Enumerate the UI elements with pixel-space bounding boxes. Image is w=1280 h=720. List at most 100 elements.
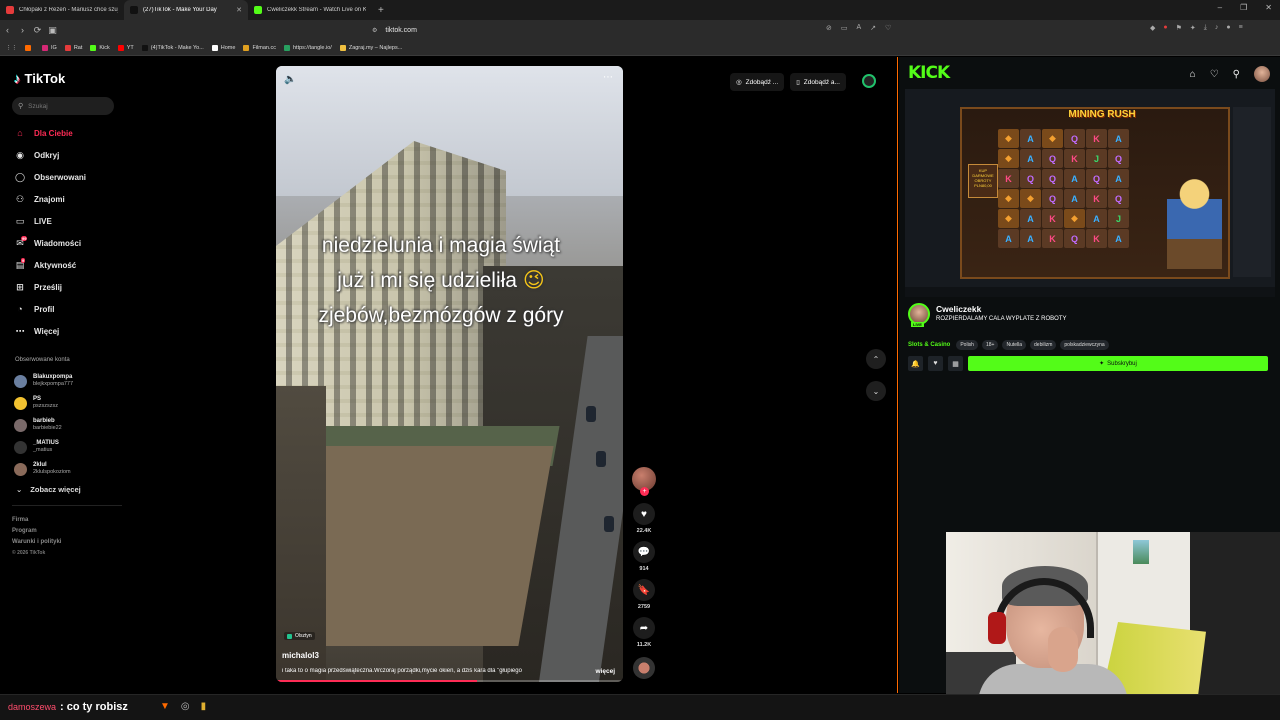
followed-account[interactable]: _MATIUS _matius: [14, 436, 73, 458]
nav-item-live[interactable]: ▭ LIVE: [14, 210, 124, 232]
previous-video-button[interactable]: ⌃: [866, 349, 886, 369]
stream-tag[interactable]: Polish: [956, 340, 978, 350]
nav-item-messages[interactable]: ✉ 99 Wiadomości: [14, 232, 124, 254]
streamer-name[interactable]: Cweliczekk: [936, 304, 981, 314]
stream-video[interactable]: MINING RUSH KUP DARMOWE OBROTY PLN80,00 …: [905, 89, 1275, 297]
get-app-button[interactable]: ▯ Zdobądź a...: [790, 73, 846, 91]
bookmark-star-icon[interactable]: ♡: [885, 24, 891, 32]
nav-item-following[interactable]: ◯ Obserwowani: [14, 166, 124, 188]
footer-link[interactable]: Warunki i polityki: [12, 539, 61, 545]
bookmark-item[interactable]: Zagraj.my – Najleps...: [339, 44, 402, 51]
comment-button[interactable]: 💬 914: [633, 541, 655, 572]
video-author[interactable]: michalol3: [282, 651, 319, 660]
follow-plus-icon[interactable]: +: [640, 487, 649, 496]
close-tab-icon[interactable]: ✕: [236, 6, 242, 14]
nav-item-activity[interactable]: ▤ 9 Aktywność: [14, 254, 124, 276]
bookmark-item[interactable]: Filman.cc: [243, 44, 276, 51]
kick-logo[interactable]: KICK: [908, 63, 950, 83]
followed-account[interactable]: barbieb barbiebie22: [14, 414, 73, 436]
share-button[interactable]: ➦ 11.2K: [633, 617, 655, 648]
brave-icon[interactable]: ▼: [160, 701, 170, 712]
minimize-icon[interactable]: –: [1218, 3, 1222, 12]
browser-tab[interactable]: (27)TikTok - Make Your Day ✕: [124, 0, 248, 20]
follow-heart-icon[interactable]: ♥: [928, 356, 943, 371]
bookmark-item[interactable]: Rat: [64, 44, 82, 51]
followed-account[interactable]: 2klul 2klulspokoziom: [14, 458, 73, 480]
share-page-icon[interactable]: ↗: [870, 24, 876, 32]
profile-avatar[interactable]: [862, 74, 876, 88]
bookmark-item[interactable]: YT: [117, 44, 134, 51]
music-disc-icon[interactable]: [633, 657, 655, 679]
bookmark-item[interactable]: Kick: [90, 44, 110, 51]
stream-tag[interactable]: Nutella: [1002, 340, 1027, 350]
creator-avatar[interactable]: +: [632, 467, 656, 496]
puzzle-icon[interactable]: ✦: [1190, 24, 1196, 32]
followed-account[interactable]: PS pszszszsz: [14, 392, 73, 414]
video-player[interactable]: niedzielunia i magia świąt już i mi się …: [276, 66, 623, 682]
get-coins-button[interactable]: ◎ Zdobądź ...: [730, 73, 785, 91]
search-box[interactable]: ⚲: [12, 97, 114, 115]
heart-icon[interactable]: ♡: [1210, 69, 1219, 80]
url-field[interactable]: ⚙ tiktok.com: [372, 23, 902, 37]
footer-link[interactable]: Program: [12, 528, 61, 534]
bookmark-item[interactable]: (4)TikTok - Make Yo...: [141, 44, 204, 51]
bookmark-item[interactable]: [25, 44, 34, 51]
gift-sub-icon[interactable]: ▦: [948, 356, 963, 371]
nav-item-profile[interactable]: ◔ Profil: [14, 298, 124, 320]
tiktok-logo[interactable]: ♪ TikTok: [14, 71, 65, 86]
close-window-icon[interactable]: ✕: [1265, 3, 1272, 12]
screenshot-icon[interactable]: ▭: [841, 24, 848, 32]
subscribe-button[interactable]: ✦ Subskrybuj: [968, 356, 1268, 371]
menu-icon[interactable]: ≡: [1239, 24, 1243, 32]
profile-icon[interactable]: ●: [1226, 24, 1230, 32]
folder-icon[interactable]: ▮: [201, 701, 207, 712]
nav-item-home[interactable]: ⌂ Dla Ciebie: [14, 122, 124, 144]
user-avatar[interactable]: [1254, 66, 1270, 82]
maximize-icon[interactable]: ❐: [1240, 3, 1247, 12]
volume-icon[interactable]: 🔈: [284, 74, 296, 85]
translate-icon[interactable]: A: [857, 24, 862, 32]
chrome-icon[interactable]: ◎: [181, 701, 190, 712]
notification-bell-icon[interactable]: 🔔: [908, 356, 923, 371]
bookmark-item[interactable]: IG: [42, 44, 57, 51]
bookmark-item[interactable]: https://tangle.io/: [283, 44, 332, 51]
followed-account[interactable]: Blakuxpompa blejkxpompa777: [14, 370, 73, 392]
nav-item-upload[interactable]: ⊞ Prześlij: [14, 276, 124, 298]
stream-tag[interactable]: debilizm: [1030, 340, 1057, 350]
video-progress-bar[interactable]: [276, 680, 623, 682]
nav-item-compass[interactable]: ◉ Odkryj: [14, 144, 124, 166]
search-icon[interactable]: ⚲: [1233, 69, 1240, 80]
extension-icon[interactable]: ◆: [1150, 24, 1155, 32]
back-icon[interactable]: ‹: [0, 25, 15, 35]
site-info-icon[interactable]: ⚙: [372, 27, 377, 34]
forward-icon[interactable]: ›: [15, 25, 30, 35]
search-input[interactable]: [28, 102, 109, 110]
bookmark-button[interactable]: 🔖 2759: [633, 579, 655, 610]
location-tag[interactable]: Olsztyn: [284, 632, 315, 640]
category-link[interactable]: Slots & Casino: [908, 342, 950, 348]
browser-tab[interactable]: Cweliczekk Stream - Watch Live on K: [248, 0, 372, 20]
music-icon[interactable]: ♪: [1215, 24, 1219, 32]
sidebar-toggle-icon[interactable]: ▣: [45, 25, 60, 36]
nav-item-more[interactable]: ⋯ Więcej: [14, 320, 124, 342]
record-icon[interactable]: ●: [1163, 24, 1167, 32]
download-icon[interactable]: ⤓: [1204, 24, 1207, 32]
bookmark-item[interactable]: Home: [211, 44, 235, 51]
browser-tab[interactable]: Chłopaki z Rezeń - Mariusz chce szuj: [0, 0, 124, 20]
next-video-button[interactable]: ⌄: [866, 381, 886, 401]
see-more-button[interactable]: ⌄ Zobacz więcej: [16, 485, 81, 494]
stream-tag[interactable]: polskadziewczyna: [1060, 340, 1109, 350]
more-link[interactable]: więcej: [595, 668, 615, 675]
nav-item-friends[interactable]: ⚇ Znajomi: [14, 188, 124, 210]
reload-icon[interactable]: ⟳: [30, 25, 45, 36]
gift-icon[interactable]: ⌂: [1190, 69, 1196, 80]
extension-icon[interactable]: ⚑: [1176, 24, 1182, 32]
stream-tag[interactable]: 18+: [981, 340, 999, 350]
apps-icon[interactable]: ⋮⋮: [6, 45, 17, 51]
more-options-icon[interactable]: ⋯: [603, 72, 613, 83]
heart-button[interactable]: ♥ 22.4K: [633, 503, 655, 534]
footer-link[interactable]: Firma: [12, 517, 61, 523]
stream-controls[interactable]: [905, 287, 1275, 297]
tracking-icon[interactable]: ⊘: [826, 24, 832, 32]
new-tab-button[interactable]: +: [378, 5, 384, 16]
